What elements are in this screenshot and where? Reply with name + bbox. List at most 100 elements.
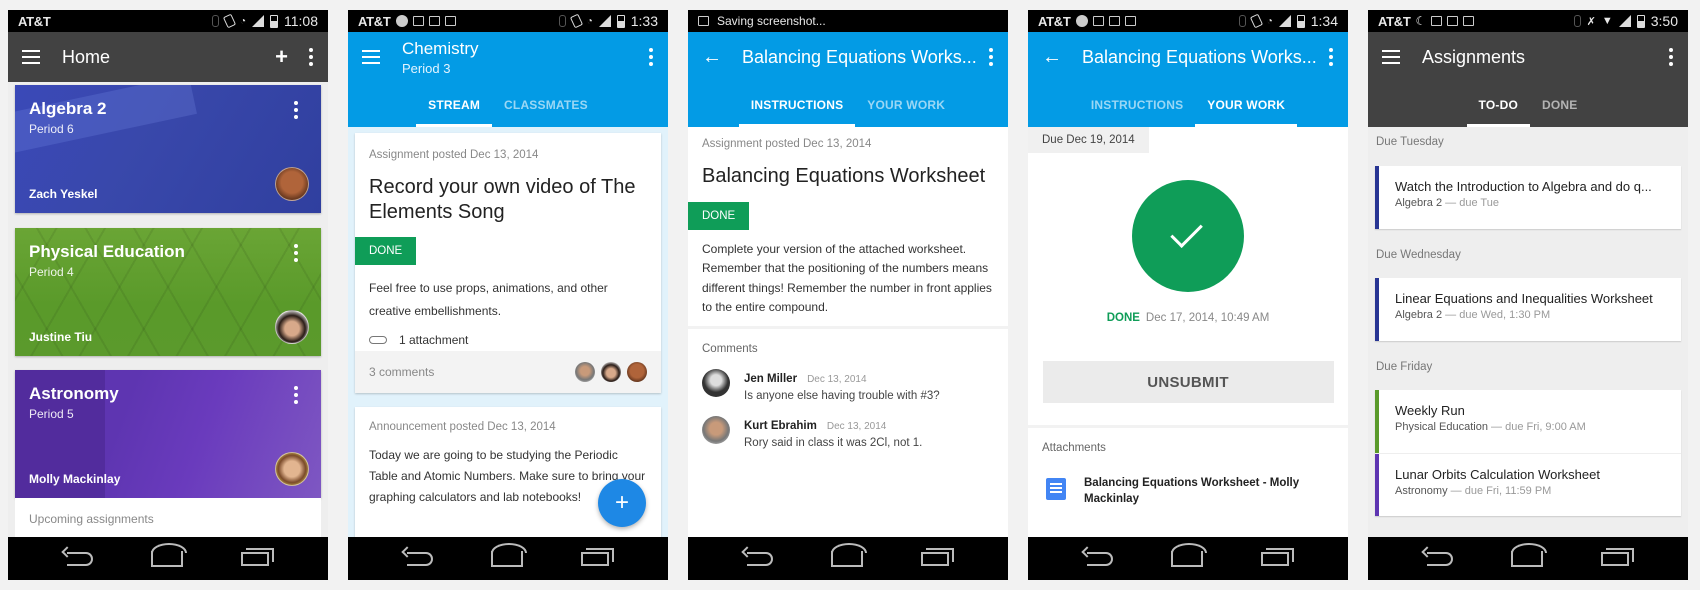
comment-text: Is anyone else having trouble with #3? <box>744 389 940 402</box>
tab-instructions[interactable]: INSTRUCTIONS <box>738 82 856 127</box>
overflow-menu-icon[interactable] <box>988 48 994 66</box>
class-title: Chemistry <box>402 38 479 58</box>
assignment-item[interactable]: Weekly Run Physical Education — due Fri,… <box>1375 390 1681 453</box>
instructions-content: Assignment posted Dec 13, 2014 Balancing… <box>688 127 1008 537</box>
class-card-algebra-2[interactable]: Algebra 2 Period 6 Zach Yeskel <box>15 85 321 213</box>
class-period: Period 5 <box>29 407 74 421</box>
attachment-item[interactable]: Balancing Equations Worksheet - Molly Ma… <box>1028 454 1348 507</box>
carrier-label: AT&T <box>18 13 51 29</box>
commenter-avatar <box>575 362 595 382</box>
teacher-name: Molly Mackinlay <box>29 472 121 486</box>
system-nav-bar <box>1028 537 1348 580</box>
tab-your-work[interactable]: YOUR WORK <box>855 82 957 127</box>
due-text: due Fri, 9:00 AM <box>1505 421 1586 433</box>
nav-home-icon[interactable] <box>831 542 867 567</box>
bluetooth-icon <box>1573 15 1581 27</box>
class-name: Algebra 2 <box>1395 197 1443 209</box>
nav-recents-icon[interactable] <box>921 547 954 566</box>
nav-back-icon[interactable] <box>407 551 433 566</box>
separator: — <box>1491 421 1503 433</box>
system-nav-bar <box>1368 537 1688 580</box>
comment-item: Jen Miller Dec 13, 2014 Is anyone else ha… <box>688 355 1008 402</box>
tab-your-work[interactable]: YOUR WORK <box>1195 82 1297 127</box>
nav-home-icon[interactable] <box>1171 542 1207 567</box>
comment-author: Jen Miller <box>744 372 798 385</box>
overflow-menu-icon[interactable] <box>1668 48 1674 66</box>
status-message: Saving screenshot... <box>717 14 826 28</box>
phone-instructions-screen: Saving screenshot... ← Balancing Equatio… <box>688 10 1008 580</box>
class-card-astronomy[interactable]: Astronomy Period 5 Molly Mackinlay <box>15 370 321 498</box>
overflow-menu-icon[interactable] <box>648 48 654 66</box>
status-bar: AT&T ◔ 11:08 <box>8 10 328 32</box>
add-class-button[interactable]: + <box>275 46 288 68</box>
phone-home-screen: AT&T ◔ 11:08 Home + Algebra 2 Period 6 Z… <box>8 10 328 580</box>
create-post-fab[interactable]: + <box>598 479 646 527</box>
data-icon: ◔ <box>1266 15 1273 27</box>
nav-recents-icon[interactable] <box>241 547 274 566</box>
nav-back-icon[interactable] <box>1087 551 1113 566</box>
moon-icon: ☾ <box>1415 14 1427 28</box>
app-bar: Chemistry Period 3 STREAM CLASSMATES <box>348 32 668 127</box>
image-icon <box>428 16 440 26</box>
tab-stream[interactable]: STREAM <box>416 82 492 127</box>
overflow-menu-icon[interactable] <box>308 48 314 66</box>
post-meta: Announcement posted Dec 13, 2014 <box>369 421 556 433</box>
menu-icon[interactable] <box>362 50 380 64</box>
nav-home-icon[interactable] <box>151 542 187 567</box>
class-menu-icon[interactable] <box>293 101 299 119</box>
attachment-link[interactable]: 1 attachment <box>369 323 647 352</box>
assignment-item[interactable]: Watch the Introduction to Algebra and do… <box>1375 166 1681 229</box>
assignment-subtitle: Astronomy — due Fri, 11:59 PM <box>1395 485 1667 497</box>
class-period: Period 4 <box>29 265 74 279</box>
google-doc-icon <box>1046 478 1066 500</box>
class-menu-icon[interactable] <box>293 386 299 404</box>
class-card-physical-education[interactable]: Physical Education Period 4 Justine Tiu <box>15 228 321 356</box>
back-arrow-icon[interactable]: ← <box>702 47 722 67</box>
tab-to-do[interactable]: TO-DO <box>1466 82 1531 127</box>
rotation-icon <box>222 13 237 29</box>
menu-icon[interactable] <box>22 50 40 64</box>
signal-icon <box>598 15 611 27</box>
email-icon <box>1124 16 1136 26</box>
comments-footer[interactable]: 3 comments <box>355 351 661 393</box>
nav-recents-icon[interactable] <box>1261 547 1294 566</box>
done-badge: DONE <box>688 202 750 230</box>
teacher-name: Zach Yeskel <box>29 187 98 201</box>
nav-back-icon[interactable] <box>747 551 773 566</box>
bluetooth-icon <box>1238 15 1246 27</box>
menu-icon[interactable] <box>1382 50 1400 64</box>
class-menu-icon[interactable] <box>293 244 299 262</box>
nav-home-icon[interactable] <box>491 542 527 567</box>
nav-back-icon[interactable] <box>1427 551 1453 566</box>
battery-icon <box>616 14 625 28</box>
unsubmit-button[interactable]: UNSUBMIT <box>1042 361 1334 403</box>
page-title: Assignments <box>1422 46 1526 67</box>
tab-done[interactable]: DONE <box>1530 82 1589 127</box>
assignment-title: Balancing Equations Works... <box>742 46 977 67</box>
email-icon <box>1108 16 1120 26</box>
teacher-name: Justine Tiu <box>29 330 93 344</box>
due-date-chip: Due Dec 19, 2014 <box>1028 127 1149 153</box>
comment-item: Kurt Ebrahim Dec 13, 2014 Rory said in cl… <box>688 402 1008 449</box>
assignment-post[interactable]: Assignment posted Dec 13, 2014 Record yo… <box>355 133 661 393</box>
phone-assignments-screen: AT&T ☾ ✗ ▼ 3:50 Assignments TO-DO DONE D… <box>1368 10 1688 580</box>
nav-back-icon[interactable] <box>67 551 93 566</box>
nav-home-icon[interactable] <box>1511 542 1547 567</box>
hangouts-icon <box>1075 15 1088 27</box>
assignment-name: Lunar Orbits Calculation Worksheet <box>1395 467 1600 482</box>
class-period: Period 6 <box>29 122 74 136</box>
image-icon <box>1431 16 1443 26</box>
nav-recents-icon[interactable] <box>1601 547 1634 566</box>
post-body: Feel free to use props, animations, and … <box>355 265 661 351</box>
system-nav-bar <box>348 537 668 580</box>
assignment-instructions: Complete your version of the attached wo… <box>702 242 992 315</box>
overflow-menu-icon[interactable] <box>1328 48 1334 66</box>
tab-instructions[interactable]: INSTRUCTIONS <box>1079 82 1195 127</box>
assignment-item[interactable]: Lunar Orbits Calculation Worksheet Astro… <box>1375 453 1681 516</box>
tab-classmates[interactable]: CLASSMATES <box>492 82 600 127</box>
nav-recents-icon[interactable] <box>581 547 614 566</box>
assignment-item[interactable]: Linear Equations and Inequalities Worksh… <box>1375 278 1681 341</box>
commenter-avatar <box>627 362 647 382</box>
back-arrow-icon[interactable]: ← <box>1042 47 1062 67</box>
comment-author: Kurt Ebrahim <box>744 419 817 432</box>
